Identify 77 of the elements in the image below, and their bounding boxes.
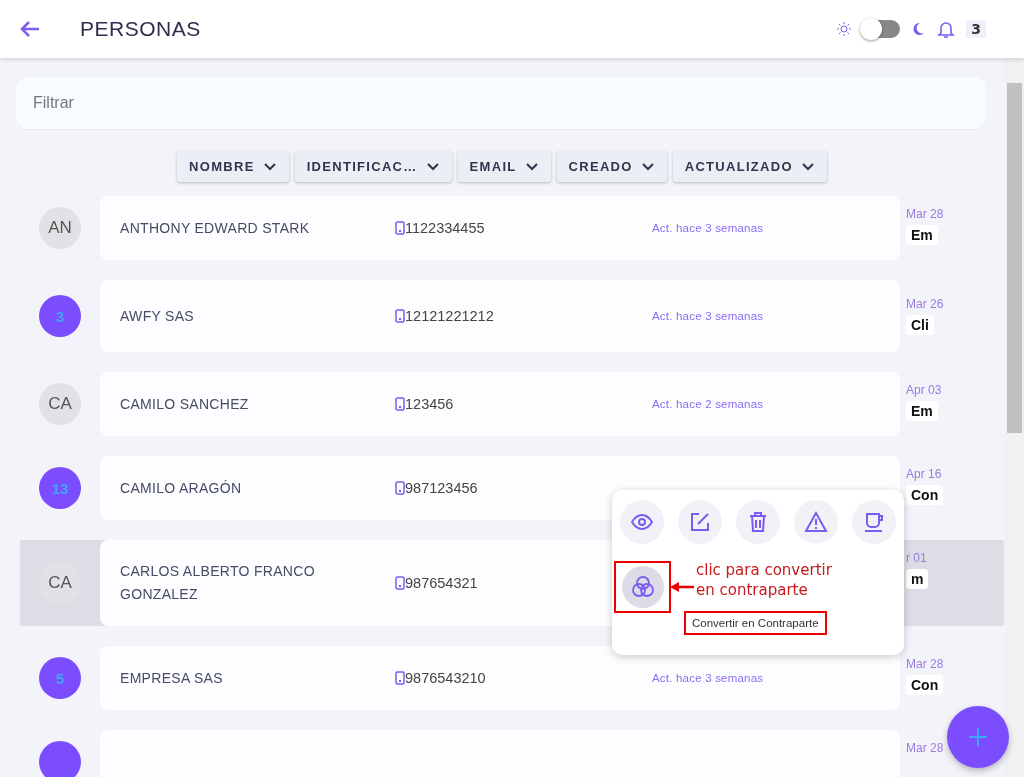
sort-button[interactable]: IDENTIFICAC…: [294, 151, 452, 182]
theme-toggle[interactable]: [862, 20, 901, 38]
sort-button[interactable]: CREADO: [556, 151, 667, 182]
action-button[interactable]: [620, 500, 664, 544]
date-label: r 01: [906, 551, 928, 565]
activity-text: Act. hace 3 semanas: [652, 310, 765, 322]
avatar: 3: [39, 295, 81, 337]
person-name: CARLOS ALBERTO FRANCO GONZALEZ: [120, 562, 316, 604]
date-label: Apr 03: [906, 383, 942, 397]
date-label: Mar 28: [906, 657, 944, 671]
type-tag: Em: [906, 401, 938, 421]
person-name: ANTHONY EDWARD STARK: [120, 218, 311, 238]
person-name: CAMILO SANCHEZ: [120, 394, 250, 414]
phone-number: 987123456: [405, 480, 478, 496]
circles-icon: [629, 574, 656, 600]
action-button[interactable]: [678, 500, 722, 544]
filter-field[interactable]: Filtrar: [16, 77, 986, 129]
person-name: CAMILO ARAGÓN: [120, 478, 243, 498]
notification-count: 3: [966, 20, 986, 38]
sort-button[interactable]: ACTUALIZADO: [672, 151, 827, 182]
type-tag: m: [906, 569, 929, 589]
phone-icon: [395, 576, 405, 590]
chevron-icon: [262, 161, 277, 172]
avatar: CA: [39, 562, 81, 604]
phone-number: 1122334455: [405, 220, 485, 236]
phone-icon: [395, 481, 405, 495]
chevron-icon: [640, 161, 655, 172]
action-button[interactable]: [794, 500, 838, 544]
type-tag: Con: [906, 675, 944, 695]
sort-button[interactable]: NOMBRE: [177, 151, 289, 182]
annotation-text: clic para convertir en contraparte: [696, 560, 833, 600]
activity-text: Act. hace 3 semanas: [652, 672, 765, 684]
date-label: Mar 26: [906, 297, 944, 311]
chevron-icon: [425, 161, 440, 172]
convert-button[interactable]: [621, 566, 664, 608]
add-button[interactable]: [947, 706, 1009, 768]
phone-number: 123456: [405, 396, 454, 412]
warning-icon: [804, 510, 828, 534]
avatar: 13: [39, 467, 81, 509]
date-label: Apr 16: [906, 467, 943, 481]
phone-icon: [395, 221, 405, 235]
phone-number: 987654321: [405, 575, 478, 591]
person-card[interactable]: AWFY SAS 12121221212 Act. hace 3 semanas: [100, 280, 900, 352]
date-label: Mar 28: [906, 207, 944, 221]
chevron-icon: [524, 161, 539, 172]
activity-text: Act. hace 3 semanas: [652, 222, 765, 234]
scrollbar[interactable]: [1005, 58, 1024, 777]
page-title: PERSONAS: [80, 17, 201, 41]
phone-icon: [395, 671, 405, 685]
type-tag: Cli: [906, 315, 934, 335]
sun-icon: [836, 21, 853, 37]
person-card[interactable]: CAMILO SANCHEZ 123456 Act. hace 2 semanas: [100, 372, 900, 436]
avatar: [39, 741, 81, 777]
bell-icon[interactable]: [936, 19, 957, 39]
sort-button[interactable]: EMAIL: [457, 151, 551, 182]
chevron-icon: [800, 161, 815, 172]
date-label: Mar 28: [906, 741, 944, 755]
type-tag: Em: [906, 225, 938, 245]
action-button[interactable]: [736, 500, 780, 544]
activity-text: Act. hace 2 semanas: [652, 398, 765, 410]
avatar: 5: [39, 657, 81, 699]
avatar: CA: [39, 383, 81, 425]
type-tag: Con: [906, 485, 944, 505]
person-card[interactable]: EMPRESA SAS 9876543210 Act. hace 3 semanas: [100, 646, 900, 710]
person-card[interactable]: ANTHONY EDWARD STARK 1122334455 Act. hace 3 semanas: [100, 196, 900, 260]
phone-number: 9876543210: [405, 670, 486, 686]
person-name: AWFY SAS: [120, 306, 195, 326]
phone-icon: [395, 309, 405, 323]
avatar: AN: [39, 207, 81, 249]
person-name: EMPRESA SAS: [120, 668, 224, 688]
phone-number: 12121221212: [405, 308, 494, 324]
action-button[interactable]: [852, 500, 896, 544]
cup-icon: [862, 510, 886, 534]
plus-icon: [967, 726, 989, 748]
tooltip: Convertir en Contraparte: [684, 611, 827, 635]
edit-icon: [688, 510, 712, 534]
phone-icon: [395, 397, 405, 411]
